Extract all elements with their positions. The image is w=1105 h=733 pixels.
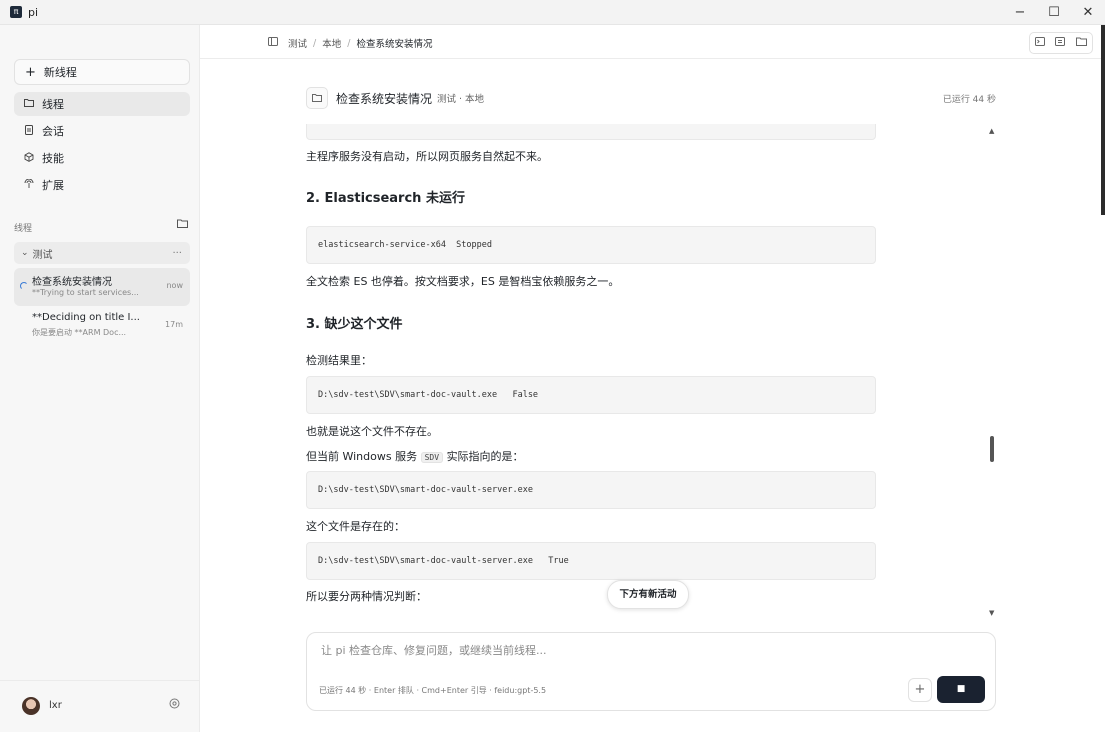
app-logo-icon: π	[10, 6, 22, 18]
sidebar: + 新线程 线程 会话 技能 扩展 线程 ⌄ 测试 ... 检查系统安装情况 *…	[0, 25, 200, 732]
plug-icon	[22, 178, 36, 192]
folder-icon[interactable]	[1075, 37, 1087, 49]
threads-section-label: 线程	[14, 224, 33, 234]
plus-icon: +	[25, 64, 36, 80]
scrollbar-thumb[interactable]	[990, 436, 994, 462]
toggle-sidebar-icon[interactable]	[268, 37, 278, 49]
terminal-icon[interactable]	[1035, 37, 1046, 49]
top-bar: 测试 / 本地 / 检查系统安装情况	[200, 25, 1105, 59]
section-heading: 2. Elasticsearch 未运行	[306, 191, 465, 206]
code-block	[306, 124, 876, 140]
settings-icon[interactable]	[169, 698, 180, 712]
message-input[interactable]	[319, 643, 883, 658]
code-block: elasticsearch-service-x64 Stopped	[306, 226, 876, 264]
maximize-button[interactable]: ☐	[1037, 0, 1071, 24]
breadcrumb-current: 检查系统安装情况	[356, 39, 433, 50]
paragraph: 检测结果里：	[306, 354, 372, 367]
breadcrumb-separator: /	[313, 37, 317, 49]
add-attachment-button[interactable]: +	[908, 678, 932, 702]
thread-title: 检查系统安装情况	[336, 92, 433, 106]
composer: 已运行 44 秒 · Enter 排队 · Cmd+Enter 引导 · fei…	[306, 632, 996, 711]
code-block: D:\sdv-test\SDV\smart-doc-vault-server.e…	[306, 471, 876, 509]
breadcrumb-separator: /	[347, 37, 351, 49]
close-button[interactable]: ✕	[1071, 0, 1105, 24]
chevron-down-icon: ⌄	[21, 248, 29, 258]
thread-time: 17m	[165, 320, 183, 329]
thread-title: 检查系统安装情况	[32, 277, 112, 288]
sidebar-item-threads[interactable]: 线程	[14, 92, 190, 116]
open-folder-icon[interactable]	[177, 219, 188, 231]
message-content: 主程序服务没有启动，所以网页服务自然起不来。 2. Elasticsearch …	[306, 124, 876, 624]
text-fragment: 实际指向的是：	[446, 450, 524, 463]
cube-icon	[22, 151, 36, 165]
thread-group-test[interactable]: ⌄ 测试 ...	[14, 242, 190, 264]
thread-time: now	[166, 281, 183, 290]
inline-code: SDV	[420, 452, 444, 463]
paragraph: 所以要分两种情况判断：	[306, 590, 427, 603]
folder-icon	[306, 87, 328, 109]
stop-button[interactable]: ■	[937, 676, 985, 703]
composer-hint: 已运行 44 秒 · Enter 排队 · Cmd+Enter 引导 · fei…	[319, 686, 547, 695]
thread-subtitle: **Trying to start services...	[32, 288, 139, 297]
minimize-button[interactable]: −	[1003, 0, 1037, 24]
sidebar-item-label: 会话	[42, 125, 64, 138]
paragraph: 这个文件是存在的：	[306, 520, 405, 533]
user-profile-row: lxr	[0, 680, 199, 733]
sidebar-item-sessions[interactable]: 会话	[14, 119, 190, 143]
thread-title: **Deciding on title I...	[32, 312, 140, 323]
new-thread-label: 新线程	[43, 66, 77, 79]
app-name: pi	[28, 5, 39, 19]
code-text: D:\sdv-test\SDV\smart-doc-vault-server.e…	[318, 485, 533, 495]
more-options-icon[interactable]: ...	[172, 245, 182, 256]
code-block: D:\sdv-test\SDV\smart-doc-vault-server.e…	[306, 542, 876, 580]
sidebar-item-skills[interactable]: 技能	[14, 146, 190, 170]
sidebar-item-extensions[interactable]: 扩展	[14, 173, 190, 197]
group-name: 测试	[32, 249, 53, 261]
thread-list-item[interactable]: 检查系统安装情况 **Trying to start services... n…	[14, 268, 190, 306]
code-text: D:\sdv-test\SDV\smart-doc-vault.exe Fals…	[318, 390, 539, 400]
avatar[interactable]	[22, 697, 40, 715]
runtime-status: 已运行 44 秒	[942, 95, 996, 105]
paragraph: 但当前 Windows 服务 SDV 实际指向的是：	[306, 448, 524, 464]
paragraph: 也就是说这个文件不存在。	[306, 425, 438, 438]
window-edge	[1101, 25, 1105, 215]
code-text: elasticsearch-service-x64 Stopped	[318, 240, 492, 250]
thread-meta: 测试 · 本地	[437, 94, 485, 105]
sidebar-item-label: 技能	[42, 152, 64, 165]
breadcrumb-item[interactable]: 测试	[288, 36, 307, 50]
code-block: D:\sdv-test\SDV\smart-doc-vault.exe Fals…	[306, 376, 876, 414]
scroll-up-arrow-icon[interactable]: ▲	[989, 127, 994, 135]
top-actions	[1029, 32, 1093, 54]
section-heading: 3. 缺少这个文件	[306, 317, 403, 332]
window-controls: − ☐ ✕	[1003, 0, 1105, 24]
panel-icon[interactable]	[1055, 37, 1066, 49]
loading-spinner-icon	[20, 282, 28, 290]
thread-list-item[interactable]: **Deciding on title I... 你是要启动 **ARM Doc…	[14, 307, 190, 345]
folder-icon	[22, 98, 36, 110]
new-thread-button[interactable]: + 新线程	[14, 59, 190, 85]
sidebar-item-label: 线程	[42, 98, 64, 111]
window-title-bar: π pi − ☐ ✕	[0, 0, 1105, 25]
scroll-down-arrow-icon[interactable]: ▼	[989, 609, 994, 617]
thread-header: 检查系统安装情况 测试 · 本地 已运行 44 秒	[306, 86, 996, 110]
user-name: lxr	[49, 700, 62, 711]
breadcrumb-item[interactable]: 本地	[322, 36, 341, 50]
text-fragment: 但当前 Windows 服务	[306, 450, 418, 463]
code-text: D:\sdv-test\SDV\smart-doc-vault-server.e…	[318, 556, 569, 566]
sidebar-item-label: 扩展	[42, 179, 64, 192]
paragraph: 全文检索 ES 也停着。按文档要求，ES 是智档宝依赖服务之一。	[306, 275, 620, 288]
document-icon	[22, 124, 36, 138]
thread-subtitle: 你是要启动 **ARM Doc...	[32, 328, 127, 337]
paragraph: 主程序服务没有启动，所以网页服务自然起不来。	[306, 150, 548, 163]
breadcrumb: 测试 / 本地 / 检查系统安装情况	[268, 36, 432, 50]
new-activity-button[interactable]: 下方有新活动	[607, 580, 689, 609]
